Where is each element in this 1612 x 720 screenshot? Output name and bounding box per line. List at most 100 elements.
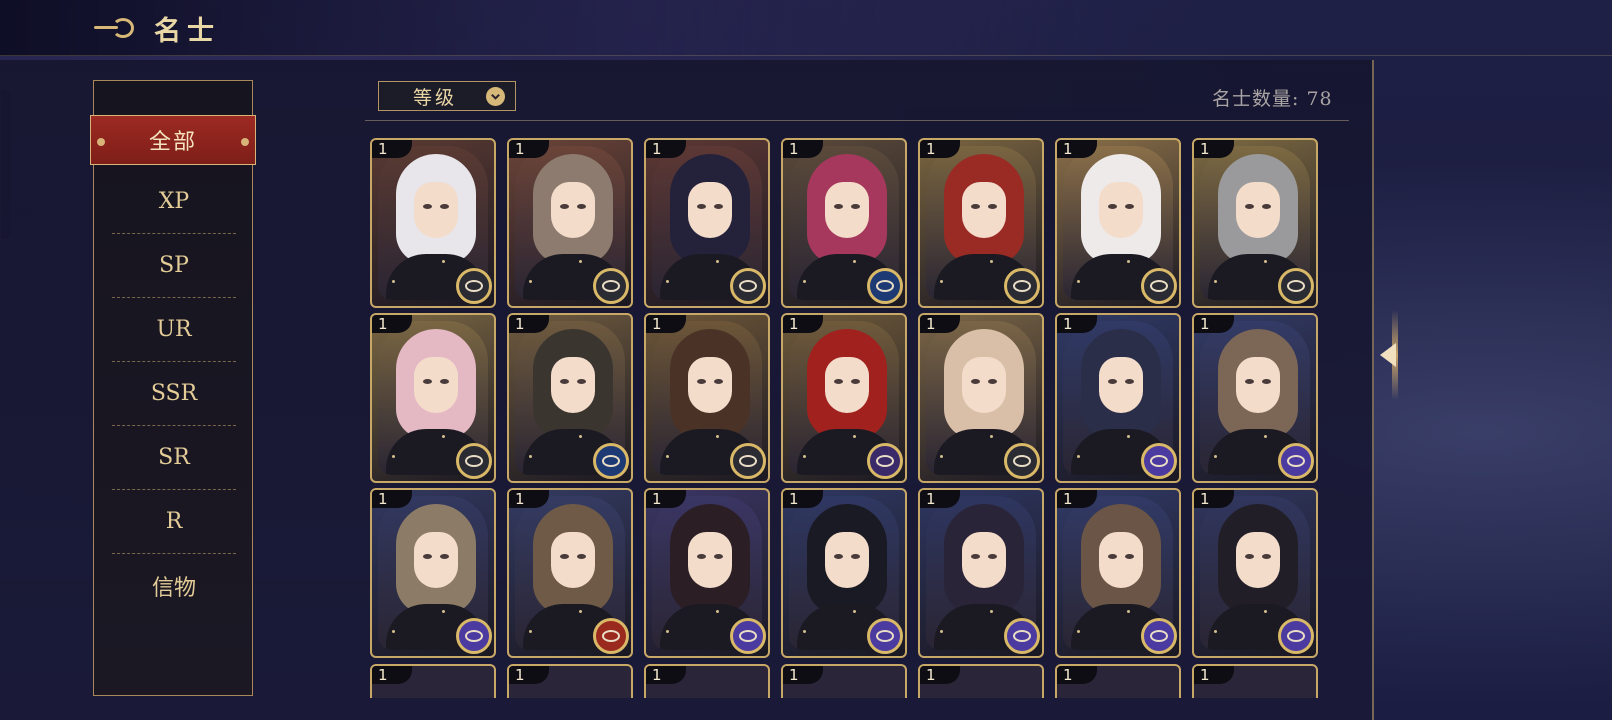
category-sidebar: 全部 XP SP UR SSR SR R 信物	[90, 80, 256, 696]
hero-eye	[971, 204, 980, 209]
hero-eye	[1262, 204, 1271, 209]
hero-face	[688, 532, 732, 588]
category-sp[interactable]: SP	[112, 234, 236, 298]
hero-face	[551, 357, 595, 413]
hero-card[interactable]: 1	[918, 664, 1044, 698]
hero-face	[1236, 357, 1280, 413]
sparkle	[666, 630, 669, 633]
level-badge: 1	[1057, 666, 1097, 684]
category-xp[interactable]: XP	[112, 170, 236, 234]
hero-eye	[1245, 379, 1254, 384]
category-token[interactable]: 信物	[112, 554, 236, 618]
sparkle	[1127, 610, 1130, 613]
hero-card[interactable]: 1	[781, 664, 907, 698]
hero-eye	[714, 379, 723, 384]
hero-card[interactable]: 1	[1192, 313, 1318, 483]
hero-card[interactable]: 1	[781, 138, 907, 308]
hero-face	[825, 532, 869, 588]
hero-eye	[560, 204, 569, 209]
category-all[interactable]: 全部	[90, 115, 256, 165]
hero-eye	[834, 204, 843, 209]
level-badge: 1	[783, 140, 823, 158]
hero-eye	[423, 204, 432, 209]
sparkle	[716, 260, 719, 263]
hero-eye	[1108, 379, 1117, 384]
category-r[interactable]: R	[112, 490, 236, 554]
hero-eye	[971, 554, 980, 559]
faction-emblem-icon	[456, 618, 492, 654]
hero-card[interactable]: 1	[918, 313, 1044, 483]
sparkle	[1214, 455, 1217, 458]
faction-emblem-icon	[1004, 618, 1040, 654]
hero-card[interactable]: 1	[918, 488, 1044, 658]
category-ur[interactable]: UR	[112, 298, 236, 362]
sparkle	[666, 455, 669, 458]
hero-eye	[834, 379, 843, 384]
sparkle	[1264, 260, 1267, 263]
hero-card[interactable]: 1	[1192, 664, 1318, 698]
hero-face	[551, 182, 595, 238]
hero-card[interactable]: 1	[644, 488, 770, 658]
hero-eye	[988, 379, 997, 384]
category-sr[interactable]: SR	[112, 426, 236, 490]
faction-emblem-icon	[867, 268, 903, 304]
faction-emblem-icon	[456, 443, 492, 479]
hero-face	[414, 182, 458, 238]
hero-card[interactable]: 1	[644, 138, 770, 308]
hero-card[interactable]: 1	[918, 138, 1044, 308]
hero-card[interactable]: 1	[507, 313, 633, 483]
level-badge: 1	[920, 315, 960, 333]
sparkle	[1264, 610, 1267, 613]
hero-eye	[714, 204, 723, 209]
sparkle	[990, 610, 993, 613]
hero-card[interactable]: 1	[370, 313, 496, 483]
hero-card[interactable]: 1	[1055, 664, 1181, 698]
faction-emblem-icon	[730, 268, 766, 304]
hero-card[interactable]: 1	[1055, 488, 1181, 658]
hero-card[interactable]: 1	[1055, 313, 1181, 483]
sparkle	[579, 260, 582, 263]
sparkle	[666, 280, 669, 283]
hero-card[interactable]: 1	[1192, 138, 1318, 308]
level-badge: 1	[783, 490, 823, 508]
sparkle	[442, 260, 445, 263]
faction-emblem-icon	[1278, 443, 1314, 479]
hero-face	[414, 532, 458, 588]
hero-card[interactable]: 1	[370, 488, 496, 658]
hero-card[interactable]: 1	[507, 138, 633, 308]
hero-card[interactable]: 1	[370, 664, 496, 698]
hero-face	[688, 182, 732, 238]
hero-eye	[1245, 204, 1254, 209]
level-badge: 1	[646, 490, 686, 508]
sparkle	[990, 260, 993, 263]
hero-card[interactable]: 1	[1192, 488, 1318, 658]
level-badge: 1	[646, 315, 686, 333]
hero-card[interactable]: 1	[781, 313, 907, 483]
level-badge: 1	[920, 666, 960, 684]
hero-eye	[440, 554, 449, 559]
level-badge: 1	[509, 140, 549, 158]
hero-eye	[988, 204, 997, 209]
faction-emblem-icon	[730, 618, 766, 654]
hero-card[interactable]: 1	[370, 138, 496, 308]
level-badge: 1	[1057, 490, 1097, 508]
category-ssr[interactable]: SSR	[112, 362, 236, 426]
level-badge: 1	[1194, 315, 1234, 333]
sparkle	[990, 435, 993, 438]
sparkle	[853, 260, 856, 263]
chevron-down-icon	[486, 87, 505, 106]
hero-eye	[971, 379, 980, 384]
faction-emblem-icon	[1278, 268, 1314, 304]
hero-card[interactable]: 1	[644, 313, 770, 483]
hero-card[interactable]: 1	[507, 488, 633, 658]
level-badge: 1	[1194, 666, 1234, 684]
hero-card[interactable]: 1	[507, 664, 633, 698]
hero-face	[962, 357, 1006, 413]
hero-eye	[1108, 204, 1117, 209]
hero-card[interactable]: 1	[644, 664, 770, 698]
sort-dropdown[interactable]: 等级	[378, 81, 516, 111]
hero-card[interactable]: 1	[1055, 138, 1181, 308]
hero-face	[1099, 357, 1143, 413]
collapse-panel-button[interactable]	[1380, 310, 1420, 400]
hero-card[interactable]: 1	[781, 488, 907, 658]
